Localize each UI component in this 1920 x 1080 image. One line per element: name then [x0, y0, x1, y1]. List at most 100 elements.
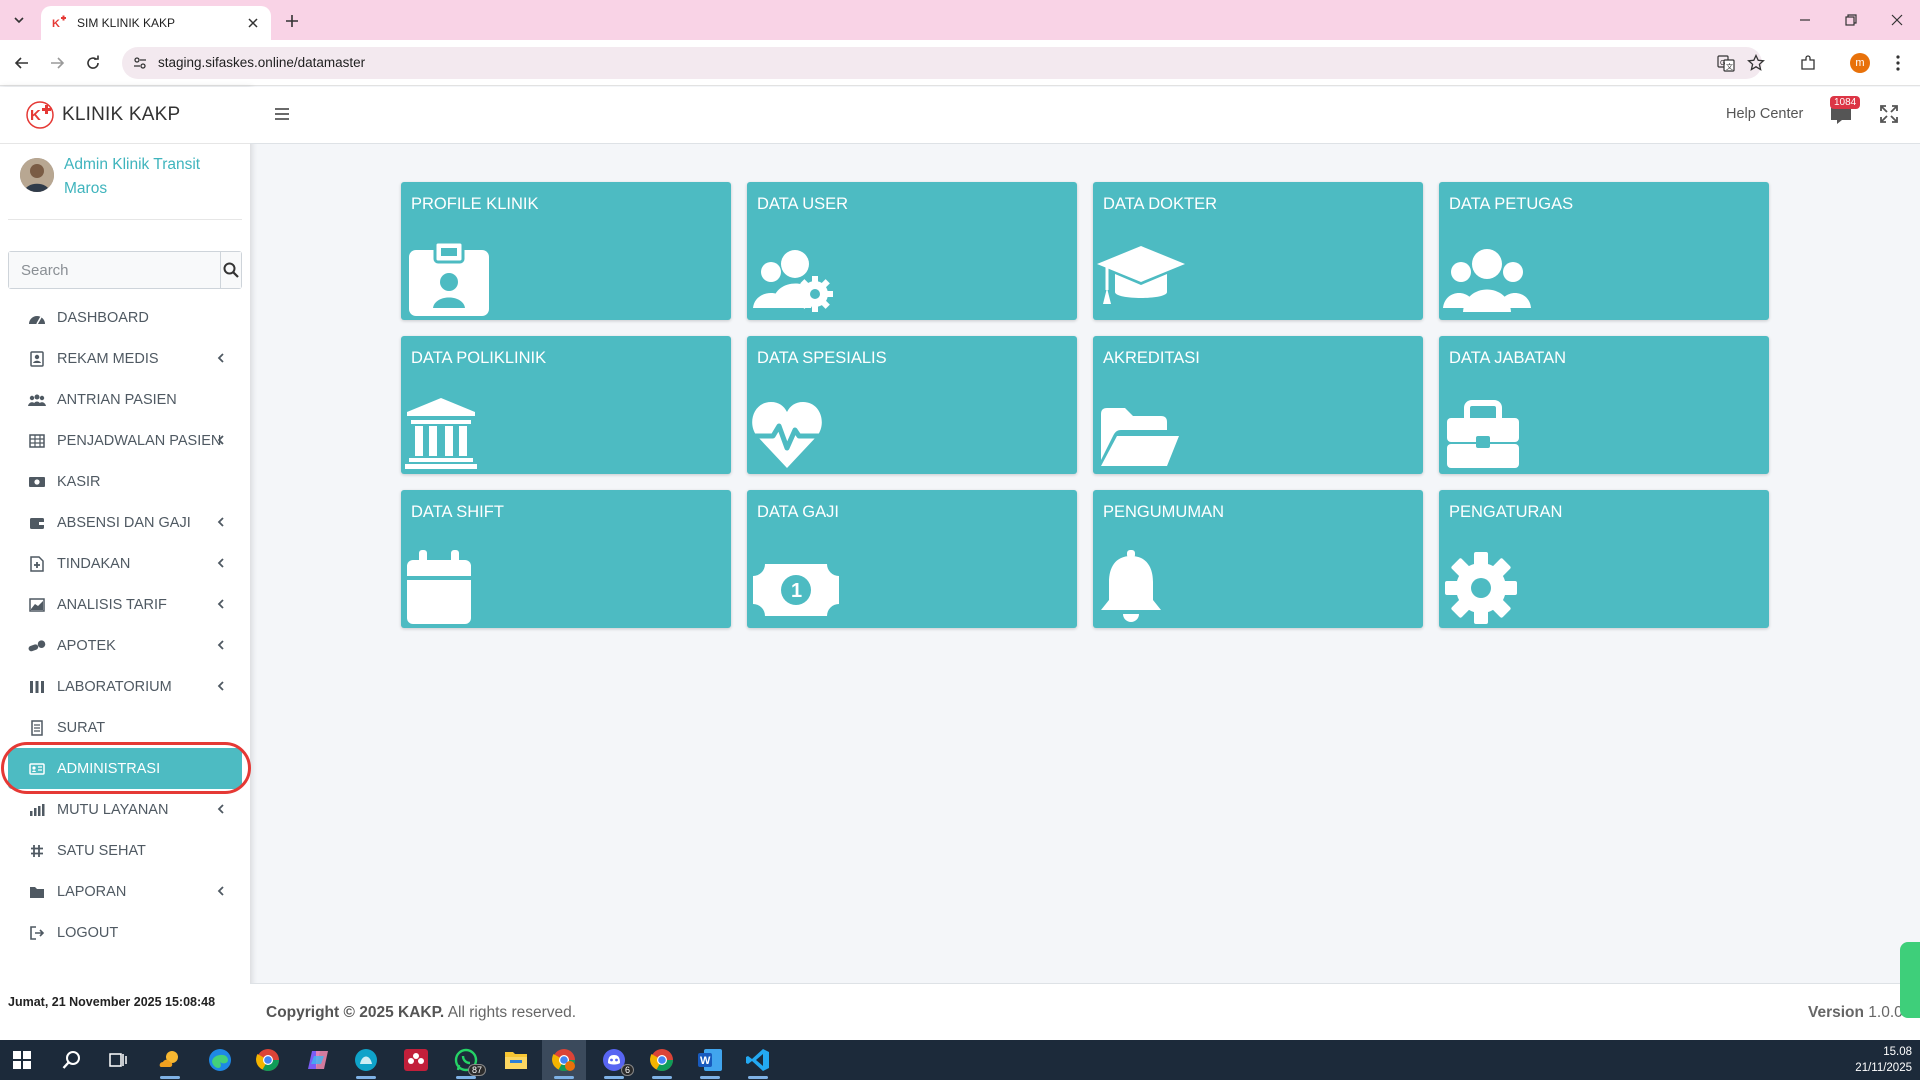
browser-tab[interactable]: K SIM KLINIK KAKP: [41, 6, 271, 40]
chrome-icon: [650, 1049, 673, 1071]
taskbar-app-vscode[interactable]: [736, 1040, 780, 1080]
users-icon: [1443, 249, 1531, 312]
start-button[interactable]: [0, 1040, 44, 1080]
users-cog-icon: [753, 250, 833, 312]
restore-button[interactable]: [1828, 6, 1874, 34]
close-window-button[interactable]: [1874, 6, 1920, 34]
sidebar-item-antrian-pasien[interactable]: ANTRIAN PASIEN: [8, 379, 242, 420]
new-tab-button[interactable]: [280, 9, 304, 33]
taskbar-app-weather[interactable]: [148, 1040, 192, 1080]
taskbar-app-chrome[interactable]: [246, 1040, 290, 1080]
brand-name: KLINIK KAKP: [62, 104, 181, 125]
sidebar-item-label: DASHBOARD: [57, 309, 149, 326]
taskbar-app-chrome-profile[interactable]: [542, 1040, 586, 1080]
bar-chart-icon: [28, 802, 46, 818]
sidebar-item-administrasi[interactable]: ADMINISTRASI: [1, 742, 251, 794]
tile-data-shift[interactable]: DATA SHIFT: [401, 490, 731, 628]
tile-data-dokter[interactable]: DATA DOKTER: [1093, 182, 1423, 320]
sidebar-item-absensi-dan-gaji[interactable]: ABSENSI DAN GAJI: [8, 502, 242, 543]
profile-avatar[interactable]: m: [1848, 51, 1872, 75]
sidebar-item-label: KASIR: [57, 473, 101, 490]
mendeley-icon: [404, 1049, 428, 1071]
help-center-link[interactable]: Help Center: [1726, 106, 1803, 122]
sidebar-item-analisis-tarif[interactable]: ANALISIS TARIF: [8, 584, 242, 625]
user-panel[interactable]: Admin Klinik Transit Maros: [8, 150, 242, 220]
taskbar-app-discord[interactable]: 6: [592, 1040, 636, 1080]
folder-icon: [28, 884, 46, 900]
taskbar-app-edge[interactable]: [198, 1040, 242, 1080]
close-tab-icon[interactable]: [245, 15, 261, 31]
sidebar-item-tindakan[interactable]: TINDAKAN: [8, 543, 242, 584]
plus-icon: [286, 15, 298, 27]
taskbar-app-word[interactable]: W: [688, 1040, 732, 1080]
clinic-logo-icon: K: [26, 101, 54, 129]
id-badge-icon: [409, 242, 489, 316]
sidebar-item-apotek[interactable]: APOTEK: [8, 625, 242, 666]
bookmark-star-icon[interactable]: [1746, 53, 1766, 73]
minimize-button[interactable]: [1782, 6, 1828, 34]
tile-data-petugas[interactable]: DATA PETUGAS: [1439, 182, 1769, 320]
gear-icon: [1445, 552, 1517, 624]
chevron-left-icon: [217, 640, 224, 650]
address-bar[interactable]: staging.sifaskes.online/datamaster G文: [122, 47, 1765, 79]
clinic-favicon-icon: K: [51, 15, 67, 31]
menu-toggle-button[interactable]: [272, 104, 292, 124]
pills-icon: [28, 638, 46, 654]
fullscreen-icon[interactable]: [1880, 105, 1898, 123]
side-widget-tab[interactable]: [1900, 942, 1920, 1018]
reload-button[interactable]: [81, 51, 105, 75]
task-view-button[interactable]: [96, 1040, 140, 1080]
dashboard-icon: [28, 310, 46, 326]
system-clock[interactable]: 15.08 21/11/2025: [1842, 1044, 1912, 1076]
sidebar-clock: Jumat, 21 November 2025 15:08:48: [8, 995, 216, 1009]
taskbar-app-mendeley[interactable]: [394, 1040, 438, 1080]
tile-title: PENGATURAN: [1449, 503, 1563, 521]
sidebar-item-surat[interactable]: SURAT: [8, 707, 242, 748]
copyright-rest: All rights reserved.: [444, 1004, 577, 1021]
tile-data-jabatan[interactable]: DATA JABATAN: [1439, 336, 1769, 474]
sidebar-item-logout[interactable]: LOGOUT: [8, 912, 242, 953]
translate-icon[interactable]: G文: [1716, 53, 1736, 73]
taskbar-app-explorer[interactable]: [494, 1040, 538, 1080]
tile-profile-klinik[interactable]: PROFILE KLINIK: [401, 182, 731, 320]
sidebar-item-dashboard[interactable]: DASHBOARD: [8, 297, 242, 338]
svg-text:W: W: [700, 1055, 711, 1067]
taskbar-search-button[interactable]: [50, 1040, 94, 1080]
folder-icon: [505, 1052, 527, 1069]
user-name[interactable]: Admin Klinik Transit Maros: [64, 153, 224, 201]
taskbar-app-copilot[interactable]: [296, 1040, 340, 1080]
taskbar-app-chrome-2[interactable]: [640, 1040, 684, 1080]
tab-search-button[interactable]: [6, 8, 32, 32]
sidebar-item-mutu-layanan[interactable]: MUTU LAYANAN: [8, 789, 242, 830]
taskbar-app-files[interactable]: [344, 1040, 388, 1080]
sidebar-item-satu-sehat[interactable]: SATU SEHAT: [8, 830, 242, 871]
tile-data-poliklinik[interactable]: DATA POLIKLINIK: [401, 336, 731, 474]
extensions-icon[interactable]: [1796, 51, 1820, 75]
institution-icon: [405, 398, 477, 469]
sidebar-item-laporan[interactable]: LAPORAN: [8, 871, 242, 912]
sidebar-item-rekam-medis[interactable]: REKAM MEDIS: [8, 338, 242, 379]
sidebar-item-kasir[interactable]: KASIR: [8, 461, 242, 502]
search-button[interactable]: [220, 252, 241, 288]
site-info-icon[interactable]: [130, 53, 150, 73]
whatsapp-badge: 87: [467, 1064, 486, 1076]
sidebar-item-laboratorium[interactable]: LABORATORIUM: [8, 666, 242, 707]
tile-akreditasi[interactable]: AKREDITASI: [1093, 336, 1423, 474]
taskbar-app-whatsapp[interactable]: 87: [444, 1040, 488, 1080]
brand-link[interactable]: K KLINIK KAKP: [0, 87, 250, 144]
forward-button[interactable]: [45, 51, 69, 75]
sidebar-item-penjadwalan-pasien[interactable]: PENJADWALAN PASIEN: [8, 420, 242, 461]
tile-data-gaji[interactable]: DATA GAJI 1: [747, 490, 1077, 628]
tile-title: DATA SHIFT: [411, 503, 504, 521]
chevron-left-icon: [217, 558, 224, 568]
tile-pengumuman[interactable]: PENGUMUMAN: [1093, 490, 1423, 628]
tile-data-user[interactable]: DATA USER: [747, 182, 1077, 320]
browser-menu-icon[interactable]: [1886, 51, 1910, 75]
sidebar: K KLINIK KAKP Admin Klinik Transit Maros…: [0, 87, 251, 1040]
url-text[interactable]: staging.sifaskes.online/datamaster: [158, 55, 365, 70]
tile-pengaturan[interactable]: PENGATURAN: [1439, 490, 1769, 628]
tile-data-spesialis[interactable]: DATA SPESIALIS: [747, 336, 1077, 474]
back-button[interactable]: [10, 51, 34, 75]
search-input[interactable]: [9, 252, 220, 288]
search-icon: [62, 1051, 80, 1069]
